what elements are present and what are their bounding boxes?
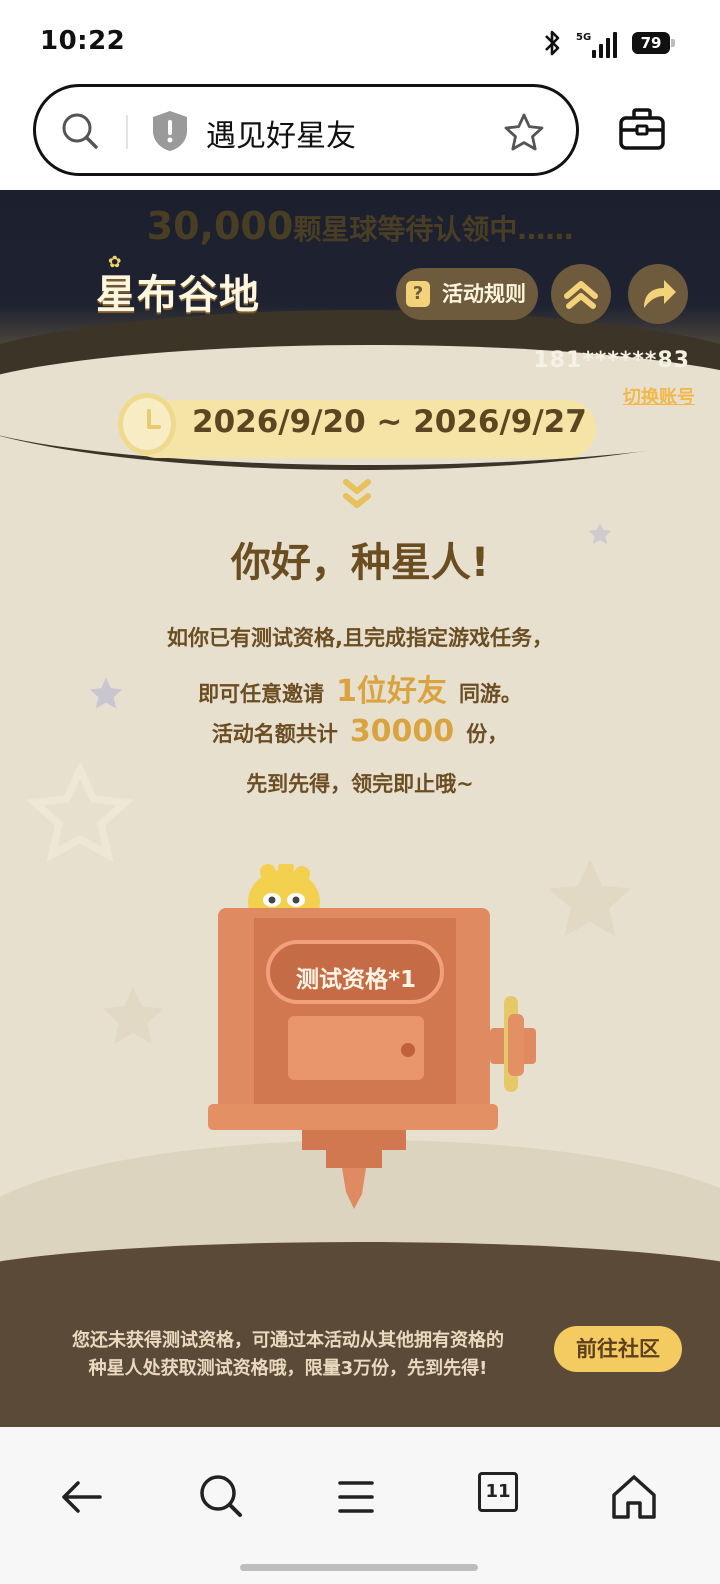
background-star-icon [549,859,631,937]
double-chevron-up-icon [564,281,598,309]
sprout-icon: ✿ [108,252,123,271]
line2-prefix: 即可任意邀请 [198,682,325,706]
share-arrow-icon [644,280,676,308]
description-line-2: 即可任意邀请 1位好友 同游。 [0,666,720,710]
home-up-button[interactable] [551,264,611,324]
signal-icon [592,30,620,58]
footer-text-line-2: 种星人处获取测试资格哦，限量3万份，先到先得! [88,1358,488,1379]
qualification-machine-illustration [208,864,536,1209]
banner-text: 30,000颗星球等待认领中…… [0,204,720,248]
browser-bottom-nav [0,1427,720,1584]
shield-icon[interactable] [150,109,190,153]
phone-screen: 10:22 5G 79 遇见好星友 30,000颗星球等待认领中…… ✿ 星布谷… [0,0,720,1584]
address-bar[interactable]: 遇见好星友 [33,84,579,176]
event-date-range: 2026/9/20 ~ 2026/9/27 [192,404,587,440]
back-arrow-icon[interactable] [52,1467,112,1527]
address-divider [126,115,128,149]
search-icon[interactable] [192,1467,252,1527]
scroll-down-icon [343,479,371,508]
status-time: 10:22 [40,26,126,56]
footer-panel: 您还未获得测试资格，可通过本活动从其他拥有资格的 种星人处获取测试资格哦，限量3… [0,1242,720,1427]
tabs-count-button[interactable]: 11 [478,1472,518,1512]
activity-rules-button[interactable]: ? 活动规则 [396,268,538,320]
bookmark-star-icon[interactable] [502,111,546,155]
toolbox-icon[interactable] [618,106,666,152]
qualification-label: 测试资格*1 [296,967,417,993]
search-icon[interactable] [58,109,102,153]
network-type: 5G [576,32,592,43]
banner-number: 30,000 [146,204,294,248]
line3-prefix: 活动名额共计 [211,722,338,746]
line2-suffix: 同游。 [458,682,522,706]
activity-rules-label: 活动规则 [442,282,526,306]
menu-icon[interactable] [326,1467,386,1527]
go-to-community-button[interactable]: 前往社区 [554,1326,682,1372]
battery-indicator: 79 [632,32,675,54]
banner-caption: 颗星球等待认领中…… [293,213,574,246]
description-line-3: 活动名额共计 30000 份， [0,714,720,749]
greeting-heading: 你好，种星人! [230,540,490,586]
account-number: 181******83 [533,348,690,373]
friend-count-highlight: 1位好友 [336,674,447,709]
background-star-icon [102,986,164,1044]
share-button[interactable] [628,264,688,324]
description-line-1: 如你已有测试资格,且完成指定游戏任务， [167,626,553,650]
logo-text: 星布谷地 [96,272,260,318]
line3-suffix: 份， [466,722,509,746]
footer-text-line-1: 您还未获得测试资格，可通过本活动从其他拥有资格的 [72,1330,504,1351]
page-title[interactable]: 遇见好星友 [206,111,356,155]
question-icon: ? [406,281,430,307]
status-bar: 10:22 5G 79 [0,0,720,80]
home-icon[interactable] [604,1467,664,1527]
description-line-4: 先到先得，领完即止哦~ [246,772,474,796]
web-content: 30,000颗星球等待认领中…… ✿ 星布谷地 ? 活动规则 181******… [0,190,720,1427]
quota-highlight: 30000 [349,714,455,749]
clock-icon [118,393,176,455]
home-indicator[interactable] [240,1564,478,1571]
bluetooth-icon [545,30,560,56]
game-logo: ✿ 星布谷地 [96,252,260,320]
